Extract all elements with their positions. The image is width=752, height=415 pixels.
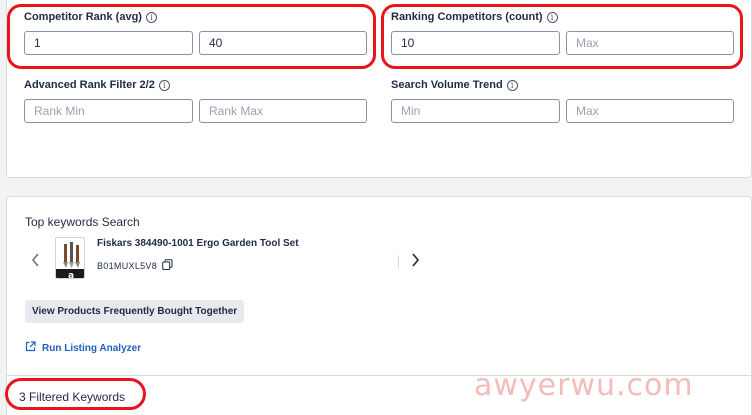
product-thumbnail[interactable]: a bbox=[55, 237, 85, 279]
view-frequently-bought-together-button[interactable]: View Products Frequently Bought Together bbox=[25, 300, 245, 323]
ranking-competitors-min-input[interactable] bbox=[391, 31, 560, 55]
competitor-rank-label: Competitor Rank (avg) i bbox=[24, 11, 157, 23]
section-divider bbox=[7, 375, 752, 376]
search-volume-trend-label: Search Volume Trend i bbox=[391, 79, 518, 91]
rank-max-input[interactable] bbox=[199, 99, 367, 123]
search-volume-trend-min-input[interactable] bbox=[391, 99, 560, 123]
product-name: Fiskars 384490-1001 Ergo Garden Tool Set bbox=[97, 238, 299, 249]
filtered-keywords-count: 3 Filtered Keywords bbox=[19, 390, 126, 404]
rank-min-input[interactable] bbox=[24, 99, 193, 123]
advanced-rank-label: Advanced Rank Filter 2/2 i bbox=[24, 79, 170, 91]
external-link-icon bbox=[25, 341, 36, 355]
svg-text:a: a bbox=[68, 271, 74, 279]
info-icon[interactable]: i bbox=[506, 79, 518, 91]
info-icon[interactable]: i bbox=[145, 11, 157, 23]
top-keywords-title: Top keywords Search bbox=[25, 215, 140, 229]
ranking-competitors-max-input[interactable] bbox=[566, 31, 734, 55]
garden-tools-image: a bbox=[56, 238, 84, 279]
search-volume-trend-max-input[interactable] bbox=[566, 99, 734, 123]
info-icon[interactable]: i bbox=[158, 79, 170, 91]
copy-icon[interactable] bbox=[162, 259, 173, 272]
run-listing-analyzer-label: Run Listing Analyzer bbox=[42, 342, 142, 354]
chevron-left-icon[interactable] bbox=[31, 253, 41, 272]
info-icon[interactable]: i bbox=[546, 11, 558, 23]
search-volume-trend-label-text: Search Volume Trend bbox=[391, 79, 503, 91]
chevron-right-icon[interactable] bbox=[410, 253, 420, 272]
competitor-rank-max-input[interactable] bbox=[199, 31, 367, 55]
run-listing-analyzer-link[interactable]: Run Listing Analyzer bbox=[25, 341, 141, 355]
ranking-competitors-label: Ranking Competitors (count) i bbox=[391, 11, 558, 23]
asin-row: B01MUXL5V8 bbox=[97, 259, 173, 272]
competitor-rank-min-input[interactable] bbox=[24, 31, 193, 55]
competitor-rank-label-text: Competitor Rank (avg) bbox=[24, 11, 142, 23]
top-keywords-panel: Top keywords Search a Fiskars 384490-100… bbox=[6, 196, 752, 415]
advanced-rank-label-text: Advanced Rank Filter 2/2 bbox=[24, 79, 155, 91]
ranking-competitors-label-text: Ranking Competitors (count) bbox=[391, 11, 543, 23]
asin-value: B01MUXL5V8 bbox=[97, 260, 158, 271]
carousel-divider bbox=[398, 255, 399, 269]
